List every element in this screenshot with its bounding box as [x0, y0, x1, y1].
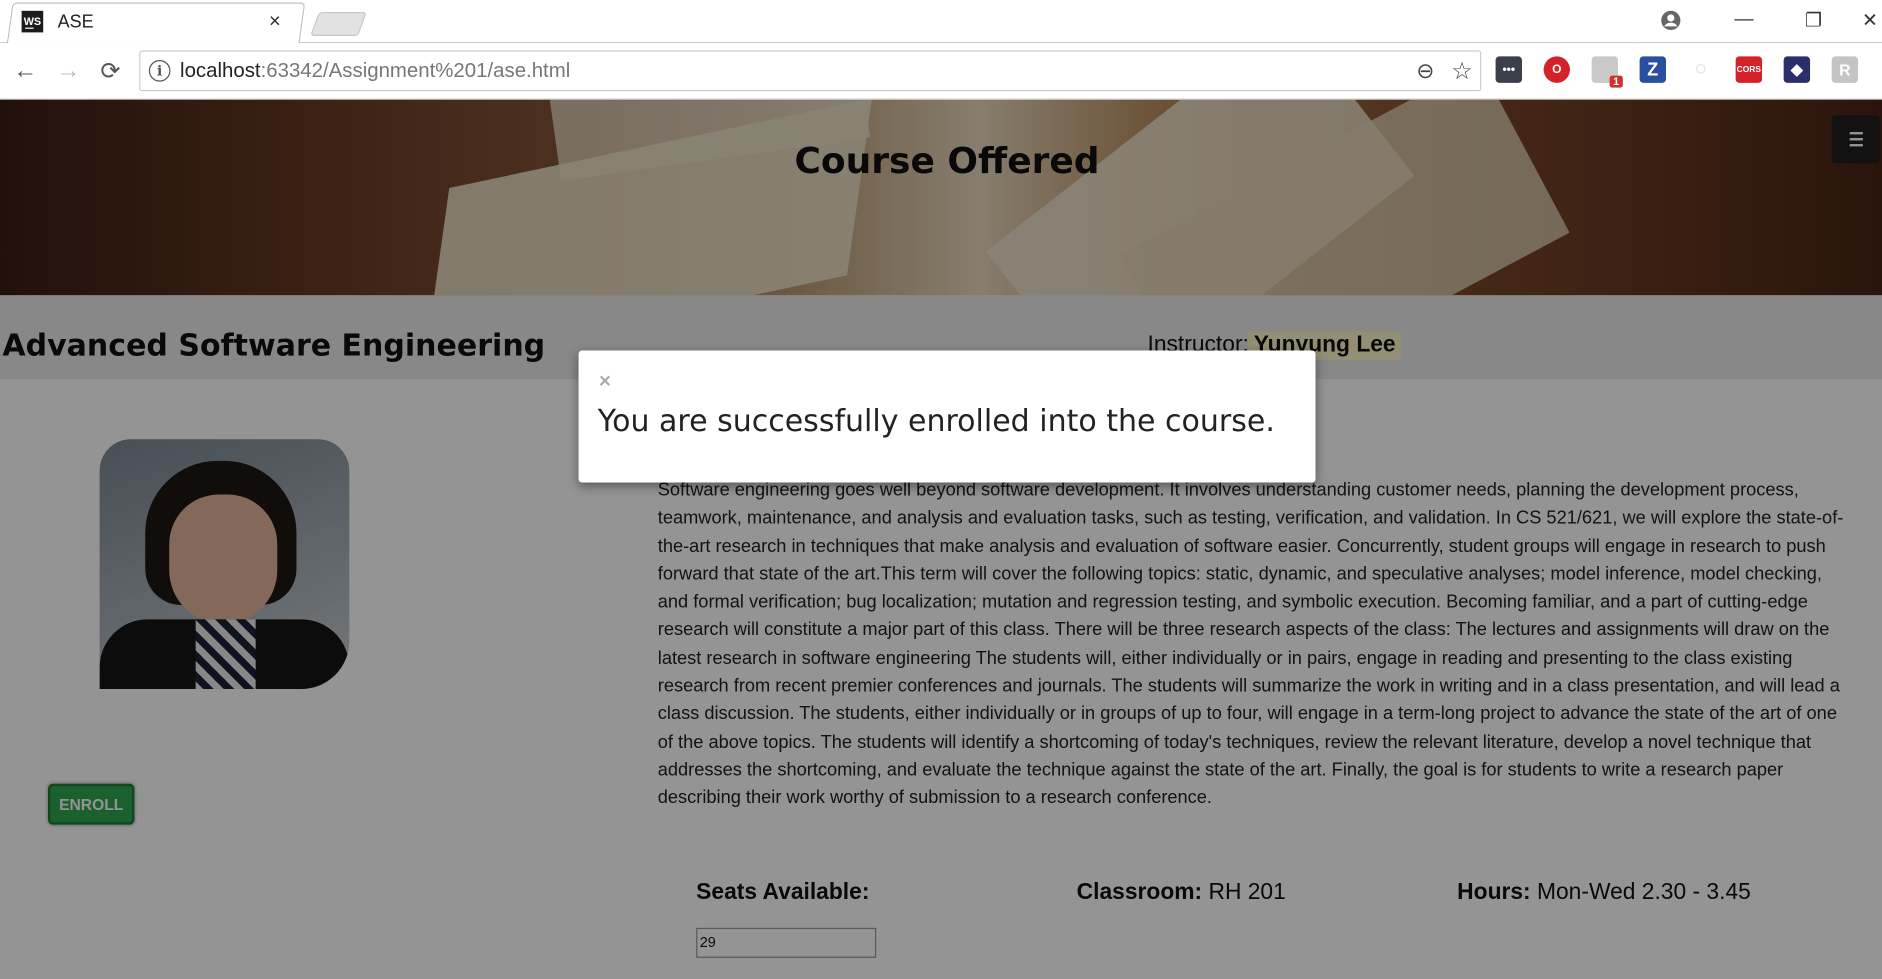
tab-strip: WS ASE × — ❐ ✕ — [0, 0, 1882, 44]
browser-toolbar: ← → ⟳ i localhost:63342/Assignment%201/a… — [0, 43, 1882, 100]
extension-z-icon[interactable]: Z — [1639, 56, 1667, 83]
webstorm-icon: WS — [21, 10, 44, 33]
extension-cube-icon[interactable]: ◆ — [1783, 56, 1811, 83]
tab-close-icon[interactable]: × — [262, 10, 288, 34]
address-bar[interactable]: i localhost:63342/Assignment%201/ase.htm… — [139, 50, 1482, 92]
extension-opera-icon[interactable]: O — [1543, 56, 1570, 83]
extension-badge: 1 — [1609, 75, 1623, 88]
new-tab-button[interactable] — [310, 12, 367, 37]
modal-backdrop[interactable] — [0, 99, 1882, 979]
modal-close-icon[interactable]: × — [599, 371, 611, 391]
url-host: localhost — [180, 58, 261, 82]
forward-button[interactable]: → — [53, 55, 84, 86]
url-path: :63342/Assignment%201/ase.html — [260, 58, 571, 82]
site-info-icon[interactable]: i — [148, 60, 171, 82]
window-close-button[interactable]: ✕ — [1858, 0, 1882, 41]
bookmark-star-icon[interactable]: ☆ — [1451, 56, 1473, 86]
zoom-icon[interactable]: ⊖ — [1416, 58, 1434, 83]
tab-title: ASE — [57, 11, 94, 32]
modal-message: You are successfully enrolled into the c… — [597, 403, 1275, 439]
restore-button[interactable]: ❐ — [1793, 0, 1834, 41]
extension-dots-icon[interactable]: ••• — [1495, 56, 1522, 83]
extension-swirl-icon[interactable]: ◌ — [1687, 56, 1715, 83]
extension-r-icon[interactable]: R — [1831, 56, 1859, 83]
browser-tab-content[interactable]: WS ASE × — [21, 2, 298, 40]
extension-cors-icon[interactable]: CORS — [1735, 56, 1763, 83]
enrollment-success-modal: × You are successfully enrolled into the… — [578, 350, 1316, 483]
minimize-button[interactable]: — — [1724, 0, 1765, 41]
profile-icon[interactable] — [1654, 0, 1688, 41]
web-page: Course Offered Advanced Software Enginee… — [0, 99, 1882, 979]
back-button[interactable]: ← — [10, 55, 41, 86]
extension-shield-icon[interactable]: 1 — [1591, 56, 1623, 88]
browser-window: WS ASE × — ❐ ✕ ← → ⟳ i localhost:63342/A… — [0, 0, 1882, 979]
reload-button[interactable]: ⟳ — [95, 55, 126, 86]
